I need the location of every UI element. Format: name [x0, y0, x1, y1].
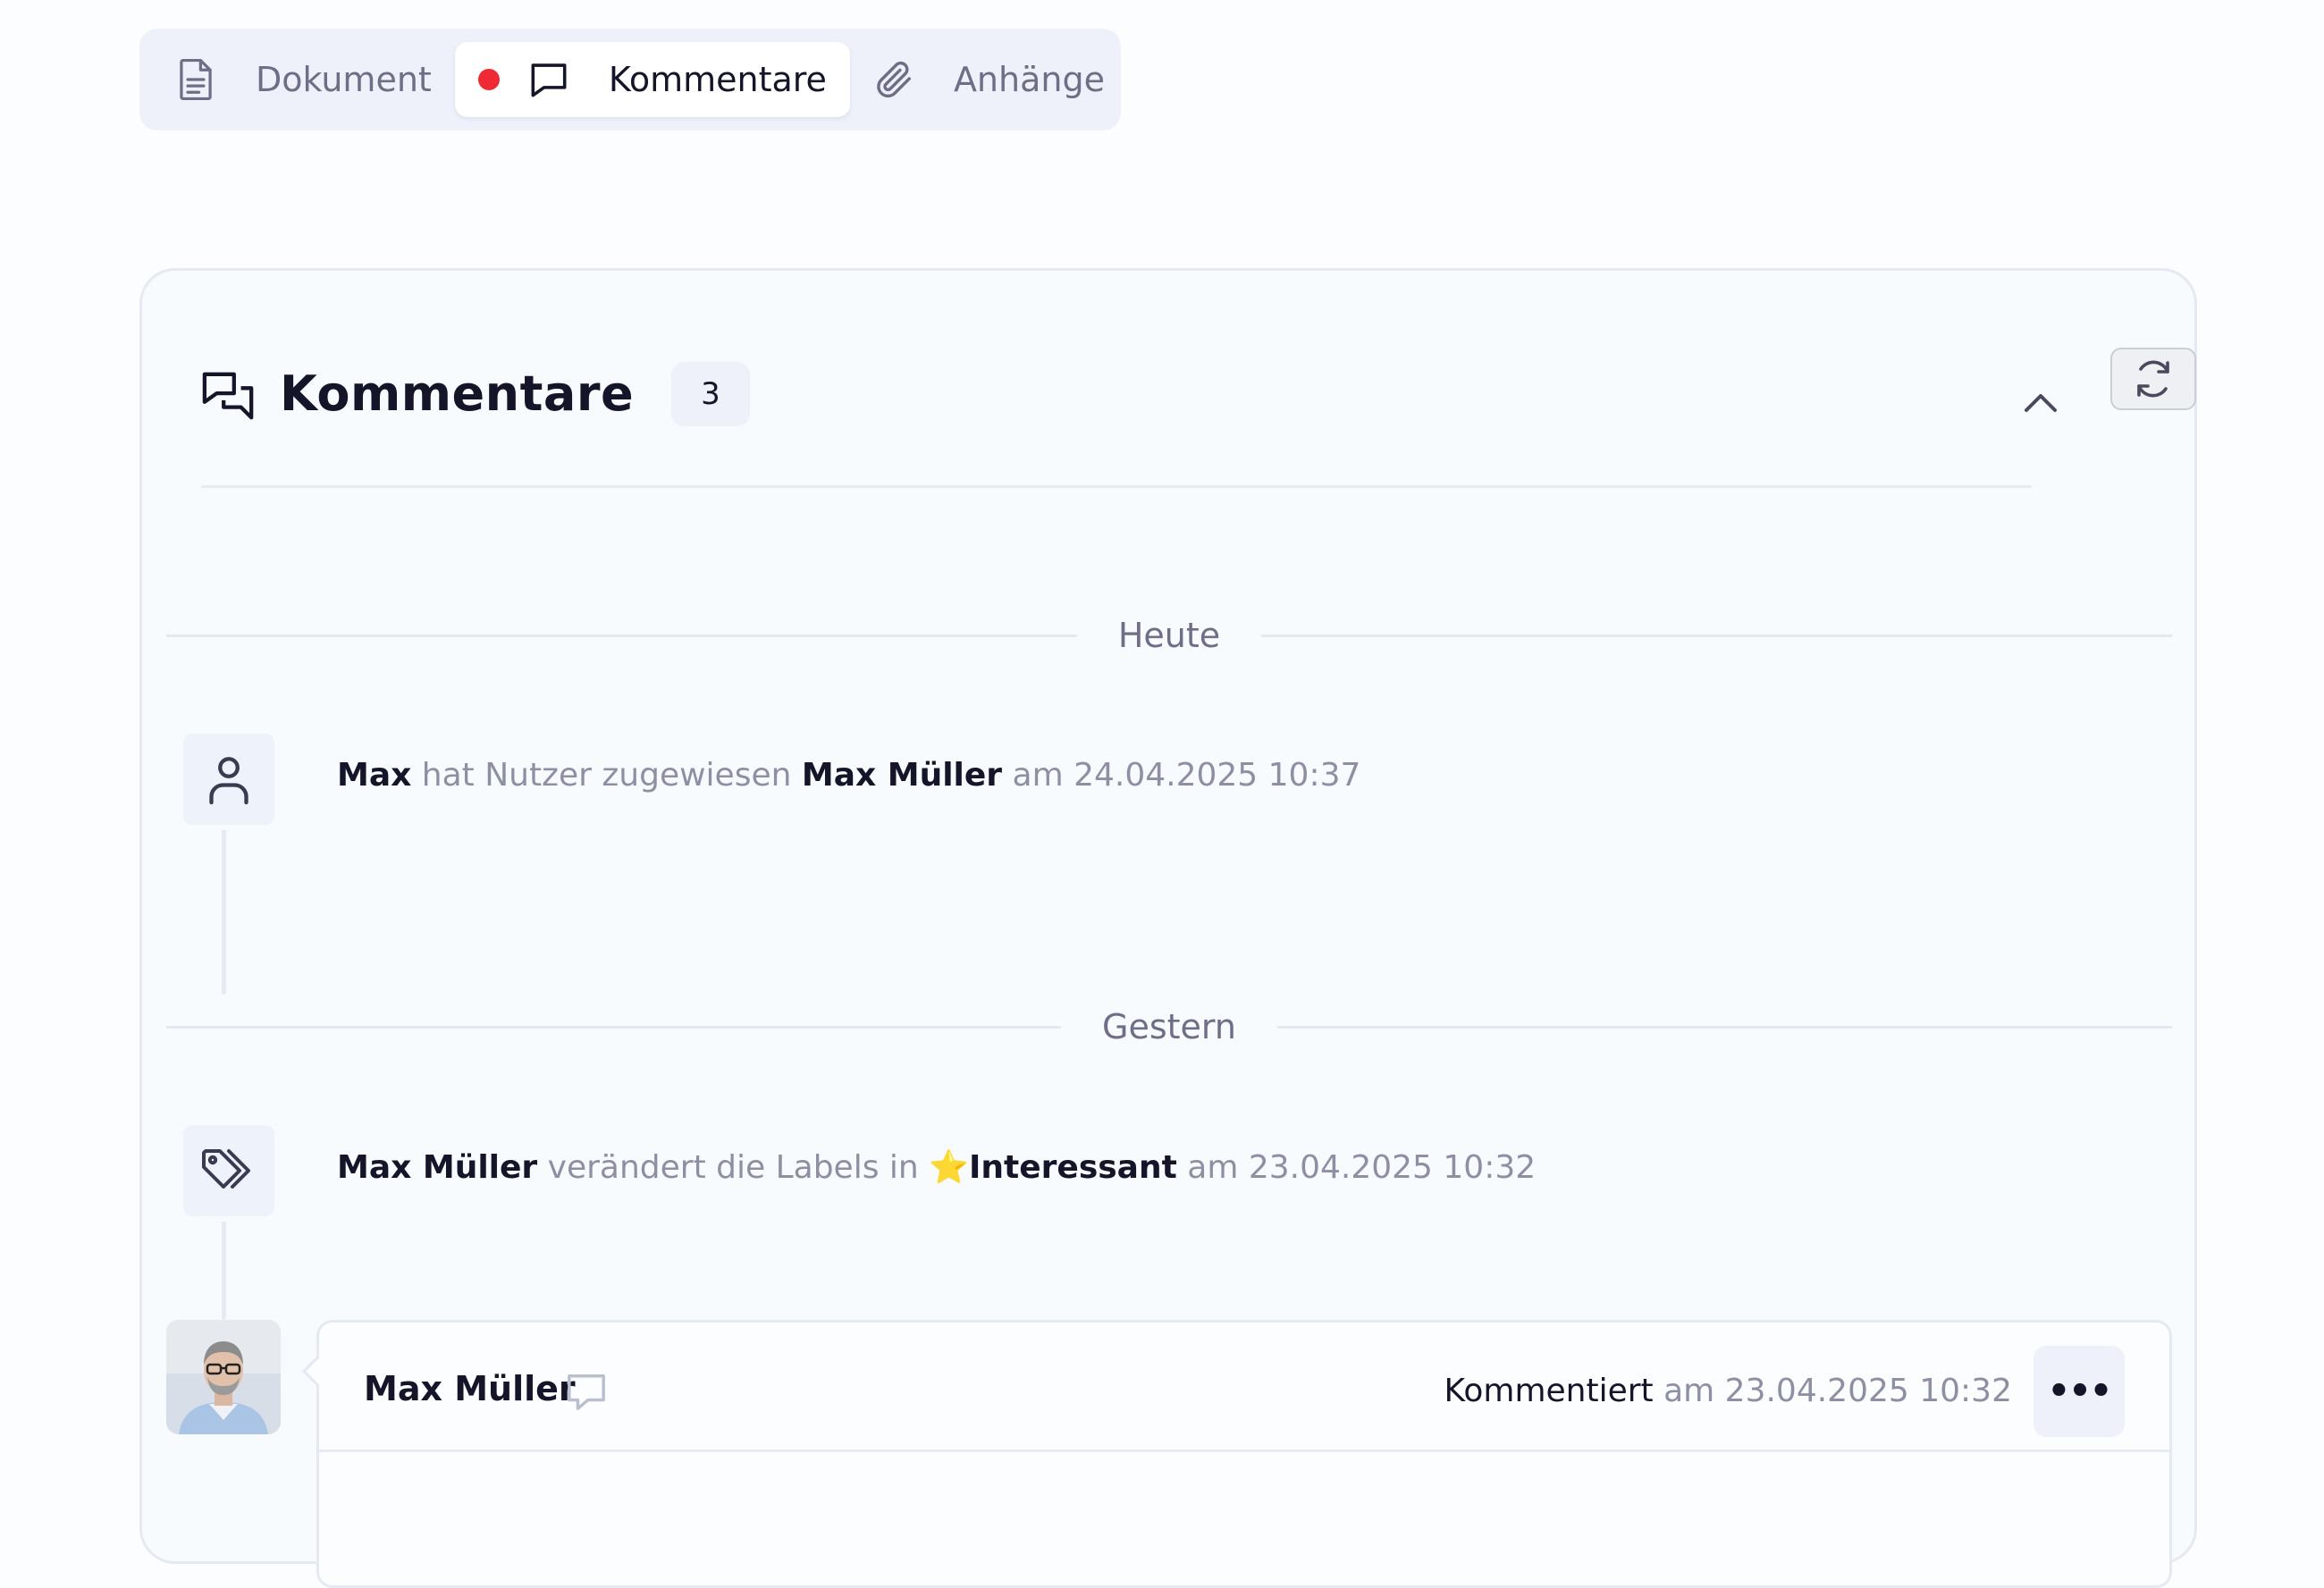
comment-verb: Kommentiert [1444, 1373, 1654, 1409]
avatar [166, 1320, 281, 1434]
comment-card: Max Müller Kommentiert am 23.04.2025 10:… [316, 1320, 2172, 1588]
collapse-button[interactable] [2016, 378, 2066, 428]
activity-action: hat Nutzer zugewiesen [421, 757, 792, 794]
activity-meta: am 23.04.2025 10:32 [1187, 1149, 1537, 1186]
refresh-icon [2137, 360, 2169, 398]
comment-header: Max Müller Kommentiert am 23.04.2025 10:… [319, 1323, 2169, 1452]
day-separator-today: Heute [166, 609, 2172, 662]
activity-meta: am 24.04.2025 10:37 [1012, 757, 1361, 794]
tab-label: Anhänge [953, 60, 1105, 99]
comments-icon [201, 369, 257, 424]
tab-dokument[interactable]: Dokument [152, 42, 455, 117]
view-tabs: Dokument Kommentare Anhänge [139, 29, 1121, 130]
activity-action: verändert die Labels in [547, 1149, 919, 1186]
user-icon [209, 757, 248, 805]
more-icon: ••• [2047, 1371, 2113, 1412]
star-emoji: ⭐ [929, 1149, 969, 1186]
tab-label: Kommentare [608, 60, 827, 99]
comment-bubble-icon [564, 1371, 609, 1414]
panel-header: Kommentare 3 [201, 348, 2196, 467]
comment-timestamp: am 23.04.2025 10:32 [1663, 1373, 2012, 1409]
comment-author: Max Müller [364, 1369, 576, 1408]
activity-icon-user [178, 728, 280, 830]
chevron-up-icon [2025, 394, 2057, 412]
paperclip-icon [873, 59, 914, 100]
activity-assign-text: Max hat Nutzer zugewiesen Max Müller am … [337, 757, 1360, 794]
day-separator-yesterday: Gestern [166, 1000, 2172, 1054]
panel-title: Kommentare [280, 365, 635, 422]
comment-count-badge: 3 [671, 362, 750, 426]
label-name: Interessant [969, 1149, 1177, 1186]
comment-icon [528, 59, 569, 100]
more-options-button[interactable]: ••• [2034, 1346, 2125, 1437]
timeline-connector [222, 1209, 226, 1320]
refresh-button[interactable] [2110, 348, 2196, 410]
day-label: Gestern [1061, 1000, 1277, 1054]
timeline-connector [222, 816, 226, 995]
tags-icon [202, 1149, 250, 1189]
activity-icon-tags [178, 1120, 280, 1222]
activity-target: Max Müller [801, 757, 1003, 794]
comments-panel: Kommentare 3 Heute Max hat Nutzer zugewi… [139, 268, 2197, 1588]
tab-kommentare[interactable]: Kommentare [454, 42, 850, 117]
header-divider [201, 485, 2032, 488]
unread-indicator-dot [477, 69, 500, 90]
comment-meta: Kommentiert am 23.04.2025 10:32 [1444, 1373, 2012, 1409]
activity-labels-text: Max Müller verändert die Labels in ⭐Inte… [337, 1148, 1536, 1186]
document-icon [175, 58, 216, 101]
tab-label: Dokument [256, 60, 432, 99]
activity-actor: Max [337, 757, 412, 794]
activity-actor: Max Müller [337, 1149, 538, 1186]
day-label: Heute [1076, 609, 1262, 662]
tab-anhaenge[interactable]: Anhänge [850, 42, 1128, 117]
